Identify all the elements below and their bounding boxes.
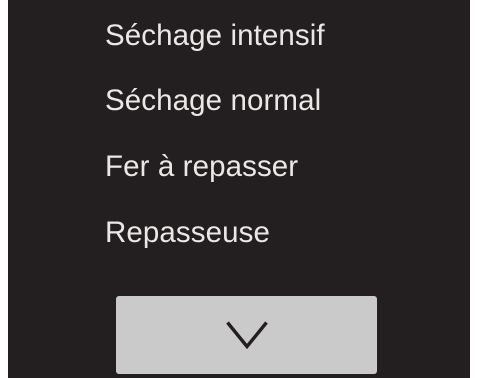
menu-item-sechage-normal[interactable]: Séchage normal [105,75,445,127]
menu-item-repasseuse[interactable]: Repasseuse [105,207,445,259]
menu-item-sechage-intensif[interactable]: Séchage intensif [105,10,445,62]
menu-item-fer-a-repasser[interactable]: Fer à repasser [105,141,445,193]
display-screen: Séchage intensif Séchage normal Fer à re… [8,0,470,378]
chevron-down-icon [225,321,268,349]
scroll-down-button[interactable] [116,296,377,374]
options-list: Séchage intensif Séchage normal Fer à re… [8,0,470,270]
